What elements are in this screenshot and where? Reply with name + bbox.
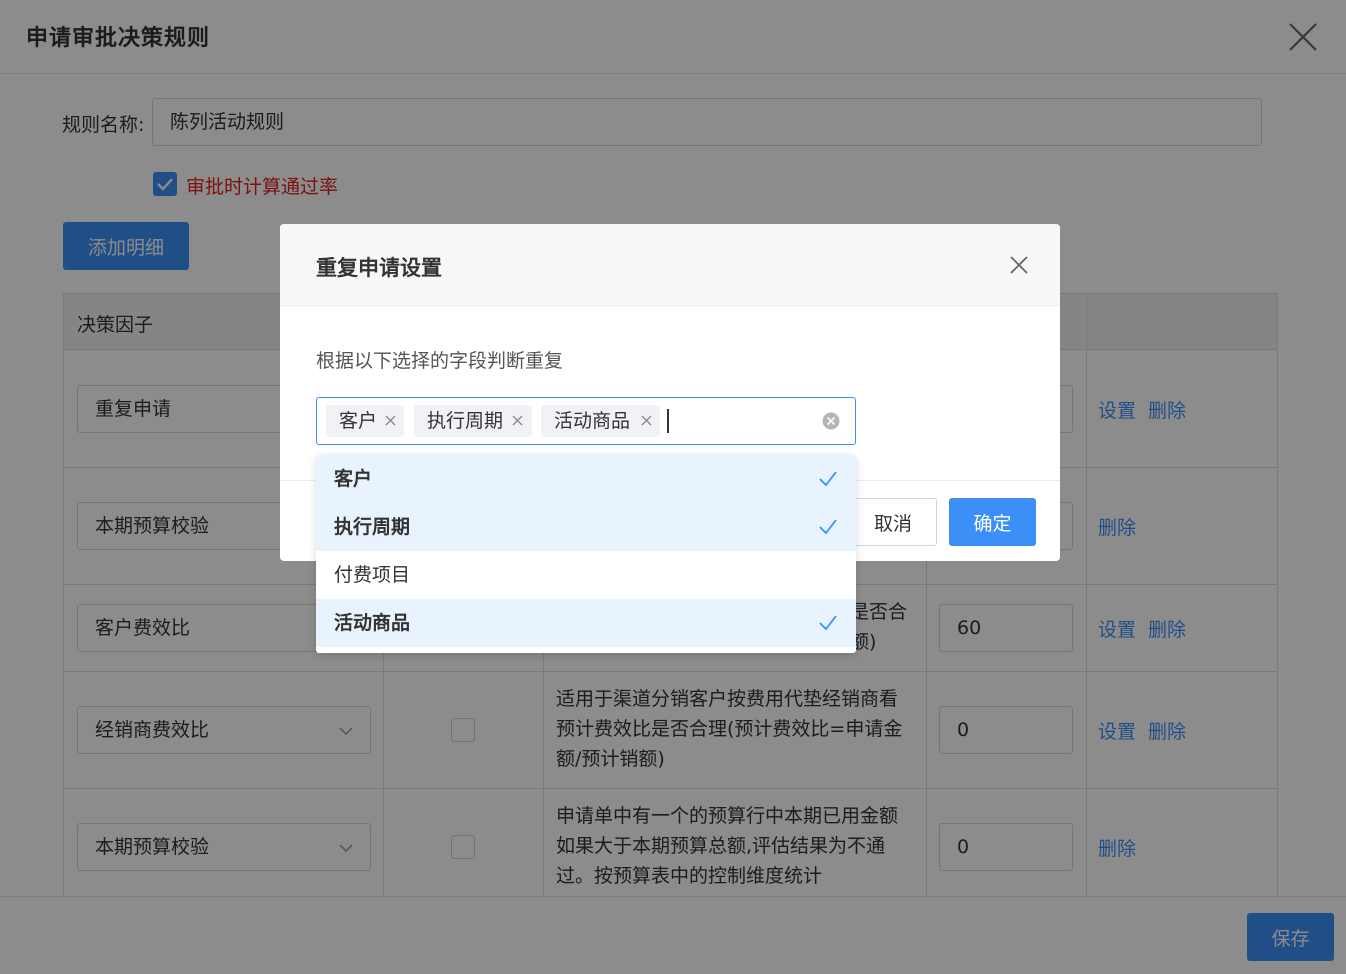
tag-remove-icon[interactable]	[641, 415, 652, 426]
tag-remove-icon[interactable]	[385, 415, 396, 426]
selected-tag: 客户	[326, 405, 404, 437]
confirm-button[interactable]: 确定	[949, 498, 1036, 546]
field-options-dropdown: 客户 执行周期 付费项目 活动商品	[316, 455, 856, 653]
option-execution-period[interactable]: 执行周期	[316, 503, 856, 551]
dialog-field-label: 根据以下选择的字段判断重复	[316, 350, 564, 372]
option-fee-item[interactable]: 付费项目	[316, 551, 856, 599]
check-icon	[819, 471, 837, 487]
text-caret	[667, 409, 669, 433]
check-icon	[819, 615, 837, 631]
dialog-header: 重复申请设置	[280, 224, 1060, 306]
tag-remove-icon[interactable]	[512, 415, 523, 426]
selected-tag: 活动商品	[541, 405, 660, 437]
dialog-title: 重复申请设置	[316, 256, 442, 280]
check-icon	[819, 519, 837, 535]
cancel-button[interactable]: 取消	[849, 498, 937, 546]
option-customer[interactable]: 客户	[316, 455, 856, 503]
dialog-close-icon[interactable]	[1007, 253, 1031, 277]
option-promo-product[interactable]: 活动商品	[316, 599, 856, 647]
selected-tag: 执行周期	[414, 405, 532, 437]
field-multiselect[interactable]: 客户 执行周期 活动商品	[316, 397, 856, 445]
clear-icon[interactable]	[822, 412, 840, 430]
